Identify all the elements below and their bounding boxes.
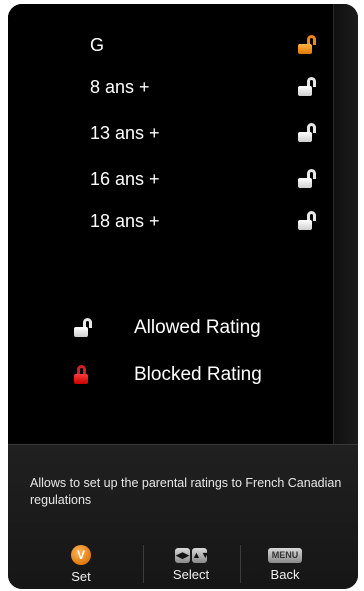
divider	[143, 545, 144, 583]
left-right-arrows-icon: ◀▶	[175, 548, 190, 563]
help-text: Allows to set up the parental ratings to…	[30, 476, 342, 507]
rating-label: 8 ans +	[90, 76, 150, 97]
legend-allowed: Allowed Rating	[74, 317, 261, 339]
back-label: Back	[270, 567, 300, 582]
rating-label: G	[90, 34, 105, 55]
rating-item-g[interactable]: G	[90, 30, 320, 60]
select-label: Select	[172, 567, 210, 582]
unlocked-lock-icon	[298, 169, 320, 189]
rating-label: 18 ans +	[90, 210, 160, 231]
help-bar: Allows to set up the parental ratings to…	[8, 444, 358, 589]
back-button[interactable]: MENU Back	[240, 545, 330, 582]
unlocked-lock-icon	[298, 211, 320, 231]
rating-item-13-ans[interactable]: 13 ans +	[90, 118, 320, 148]
locked-lock-icon	[74, 365, 96, 385]
rating-item-8-ans[interactable]: 8 ans +	[90, 72, 320, 102]
rating-item-16-ans[interactable]: 16 ans +	[90, 164, 320, 194]
unlocked-lock-icon	[74, 318, 96, 338]
legend-blocked: Blocked Rating	[74, 364, 262, 386]
unlocked-lock-icon	[298, 77, 320, 97]
unlocked-lock-icon	[298, 123, 320, 143]
parental-ratings-panel: G 8 ans + 13 ans + 16 ans + 18 ans + All…	[8, 4, 358, 589]
rating-label: 13 ans +	[90, 122, 160, 143]
v-logo-icon: V	[71, 545, 91, 565]
legend-blocked-label: Blocked Rating	[134, 364, 262, 385]
rating-item-18-ans[interactable]: 18 ans +	[90, 206, 320, 236]
set-button[interactable]: V Set	[36, 545, 126, 584]
legend-allowed-label: Allowed Rating	[134, 317, 261, 338]
scroll-strip	[333, 4, 358, 444]
unlocked-lock-icon	[298, 35, 320, 55]
up-down-arrows-icon: ▲▼	[192, 548, 210, 563]
menu-key-icon: MENU	[267, 548, 303, 563]
select-button[interactable]: ◀▶ ▲▼ Select	[146, 545, 236, 582]
rating-label: 16 ans +	[90, 168, 160, 189]
set-label: Set	[71, 569, 91, 584]
ratings-content: G 8 ans + 13 ans + 16 ans + 18 ans + All…	[8, 4, 334, 444]
